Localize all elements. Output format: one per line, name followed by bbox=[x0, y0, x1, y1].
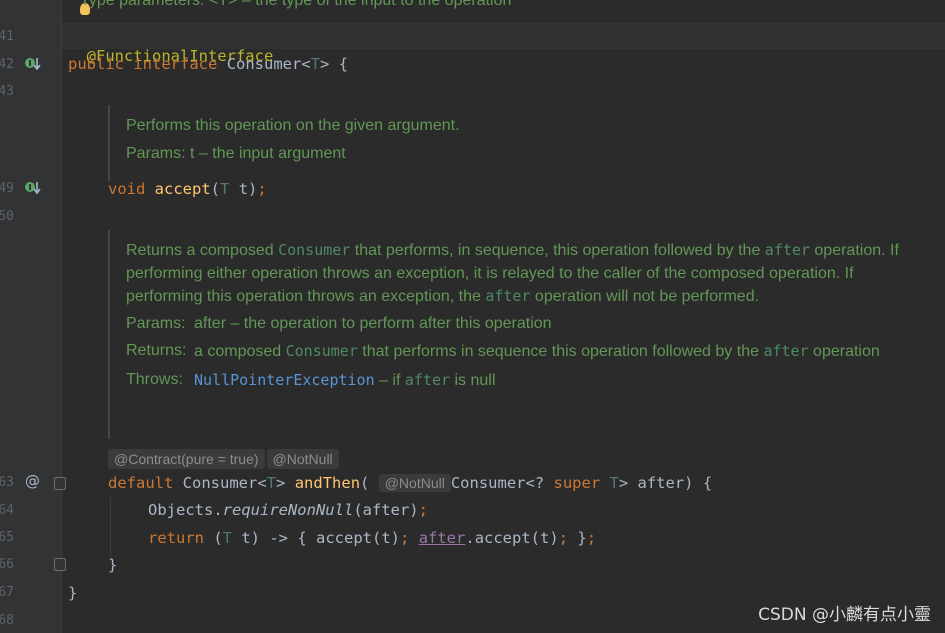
doc-returns-label: Returns: bbox=[126, 342, 187, 359]
fold-marker-icon[interactable] bbox=[54, 477, 66, 490]
identifier: Consumer< bbox=[182, 474, 267, 492]
semicolon: ; bbox=[558, 529, 569, 547]
code-line-67[interactable]: } bbox=[68, 583, 77, 603]
doc-text: that performs, in sequence, this operati… bbox=[350, 242, 765, 259]
identifier: Consumer<? bbox=[450, 474, 554, 492]
code-line-65[interactable]: return (T t) -> { accept(t); after.accep… bbox=[148, 528, 596, 548]
method-name: andThen bbox=[294, 474, 361, 492]
line-number: 50 bbox=[0, 209, 14, 224]
type-params-doc: Type parameters: <T> – the type of the i… bbox=[80, 0, 512, 9]
doc-params-value: t – the input argument bbox=[185, 144, 346, 162]
line-number: 67 bbox=[0, 585, 14, 600]
editor-gutter: 41 42 43 49 50 63 64 65 66 67 68 @ bbox=[0, 0, 66, 633]
line-number: 63 bbox=[0, 475, 14, 490]
line-number: 42 bbox=[0, 57, 14, 72]
doc-code: after bbox=[763, 342, 809, 360]
contract-inlay[interactable]: @Contract(pure = true) bbox=[108, 449, 265, 469]
doc-text: that performs in sequence this operation… bbox=[357, 343, 764, 360]
line-number: 43 bbox=[0, 84, 14, 99]
exception-link[interactable]: NullPointerException bbox=[194, 371, 375, 389]
doc-text: operation bbox=[808, 343, 880, 360]
implemented-down-icon[interactable] bbox=[24, 180, 42, 201]
punct: > { bbox=[320, 55, 349, 73]
doc-code: Consumer bbox=[285, 342, 358, 360]
captured-variable: after bbox=[418, 529, 466, 547]
punct: ( bbox=[360, 474, 370, 492]
doc-throws-row: Throws: NullPointerException – if after i… bbox=[126, 369, 926, 393]
type-param: T bbox=[310, 55, 321, 73]
indent-guide bbox=[110, 497, 111, 557]
doc-params-value: after – the operation to perform after t… bbox=[194, 314, 552, 332]
fold-marker-icon[interactable] bbox=[54, 558, 66, 571]
line-number: 49 bbox=[0, 181, 14, 196]
doc-returns-row: Returns: a composed Consumer that perform… bbox=[126, 340, 926, 364]
keyword: default bbox=[108, 474, 174, 492]
lambda: t) -> { accept(t) bbox=[232, 529, 400, 547]
doc-throws-label: Throws: bbox=[126, 370, 183, 388]
doc-code: after bbox=[764, 241, 810, 259]
params: t) bbox=[229, 180, 258, 198]
doc-params-label: Params: bbox=[126, 144, 186, 162]
punct: ( bbox=[204, 529, 223, 547]
type-param: T bbox=[266, 474, 277, 492]
code-line-66[interactable]: } bbox=[108, 555, 117, 575]
keyword: return bbox=[148, 529, 204, 547]
code-line-49[interactable]: void accept(T t); bbox=[108, 179, 267, 199]
doc-accept: Performs this operation on the given arg… bbox=[108, 105, 906, 181]
doc-code: Consumer bbox=[278, 241, 351, 259]
identifier: Objects. bbox=[148, 501, 223, 519]
code-line-63[interactable]: default Consumer<T> andThen( @NotNull Con… bbox=[108, 473, 712, 493]
doc-description: Returns a composed Consumer that perform… bbox=[126, 239, 926, 309]
code-line-64[interactable]: Objects.requireNonNull(after); bbox=[148, 500, 428, 520]
keyword: super bbox=[553, 474, 601, 492]
method-call: requireNonNull bbox=[222, 501, 354, 519]
doc-text: – if bbox=[374, 371, 405, 389]
inferred-annotations: @Contract(pure = true) @NotNull bbox=[108, 449, 339, 469]
params: > after) { bbox=[618, 474, 713, 492]
doc-params-label: Params: bbox=[126, 314, 186, 332]
method-call: .accept(t) bbox=[465, 529, 559, 547]
doc-text: is null bbox=[450, 371, 496, 389]
type-param: T bbox=[222, 529, 233, 547]
semicolon: ; bbox=[257, 180, 267, 198]
punct: ( bbox=[210, 180, 221, 198]
semicolon: ; bbox=[400, 529, 410, 547]
doc-andthen: Returns a composed Consumer that perform… bbox=[108, 230, 926, 439]
line-number: 68 bbox=[0, 613, 14, 628]
at-icon[interactable]: @ bbox=[25, 473, 40, 489]
semicolon: ; bbox=[586, 529, 597, 547]
implemented-down-icon[interactable] bbox=[24, 56, 42, 77]
method-name: accept bbox=[154, 180, 211, 198]
keyword: public bbox=[68, 55, 124, 73]
line-number: 64 bbox=[0, 503, 14, 518]
doc-params-row: Params: after – the operation to perform … bbox=[126, 313, 926, 336]
type-param: T bbox=[220, 180, 230, 198]
doc-description: Performs this operation on the given arg… bbox=[126, 117, 460, 134]
line-number: 65 bbox=[0, 530, 14, 545]
doc-text: a composed bbox=[194, 343, 286, 360]
punct: > bbox=[276, 474, 286, 492]
notnull-inlay[interactable]: @NotNull bbox=[266, 449, 339, 469]
line-number: 66 bbox=[0, 557, 14, 572]
doc-code: after bbox=[404, 370, 451, 389]
line-number: 41 bbox=[0, 29, 14, 44]
keyword: interface bbox=[133, 55, 218, 73]
watermark: CSDN @小麟有点小靈 bbox=[758, 605, 931, 625]
doc-code: after bbox=[485, 287, 531, 305]
notnull-param-inlay[interactable]: @NotNull bbox=[378, 474, 451, 492]
keyword: void bbox=[108, 180, 146, 198]
args: (after) bbox=[353, 501, 419, 519]
doc-text: operation will not be performed. bbox=[530, 288, 760, 305]
punct: } bbox=[568, 529, 587, 547]
semicolon: ; bbox=[418, 501, 428, 519]
type-param: T bbox=[609, 474, 619, 492]
code-line-42[interactable]: public interface Consumer<T> { bbox=[68, 54, 348, 74]
identifier: Consumer< bbox=[226, 55, 311, 73]
doc-text: Returns a composed bbox=[126, 242, 279, 259]
